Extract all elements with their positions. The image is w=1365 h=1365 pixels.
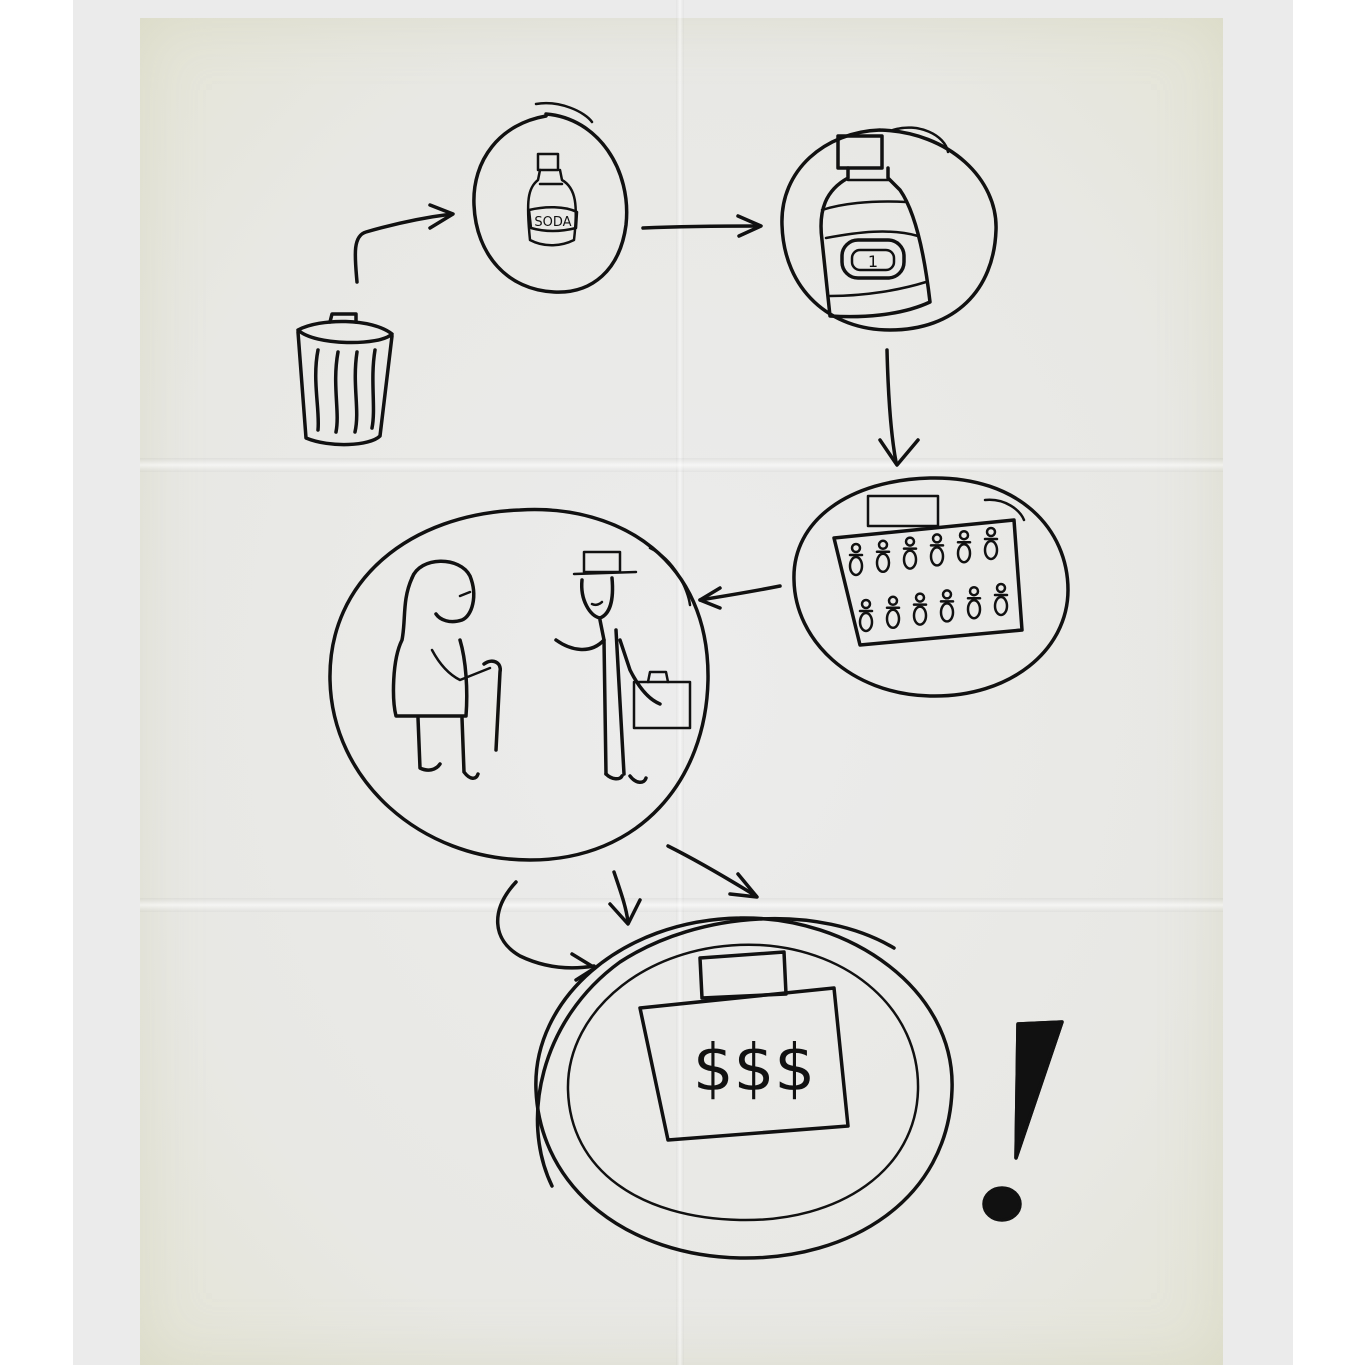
- arrow-trash-to-soda: [353, 203, 455, 284]
- store-bottle-icons: [848, 526, 1009, 633]
- arrow-people-to-money-2: [608, 870, 642, 926]
- branded-bottle-icon: 1: [819, 134, 932, 319]
- arrow-people-to-money-1: [495, 880, 597, 982]
- soda-label: SODA: [534, 215, 571, 230]
- mini-bottle-icon: [848, 542, 864, 577]
- mini-bottle-icon: [956, 529, 972, 564]
- business-idea-sketch: SODA 1 $$$: [296, 101, 1070, 1260]
- arrow-bottle-to-store: [878, 348, 920, 467]
- exclamation-mark-icon: !: [982, 1020, 1064, 1222]
- arrow-soda-to-bottle: [641, 214, 763, 238]
- mini-bottle-icon: [929, 533, 945, 567]
- store-bubble: [792, 476, 1070, 698]
- soda-bottle-icon: SODA: [526, 152, 579, 247]
- mini-bottle-icon: [912, 592, 928, 626]
- branded-bottle-bubble: [780, 126, 998, 332]
- soda-bottle-bubble: [472, 101, 629, 294]
- arrow-store-to-people: [698, 584, 782, 610]
- mini-bottle-icon: [875, 539, 891, 574]
- money-label: $$$: [693, 1032, 815, 1106]
- mini-bottle-icon: [983, 526, 999, 561]
- bottle-label: 1: [868, 252, 878, 271]
- mini-bottle-icon: [902, 536, 918, 570]
- mini-bottle-icon: [858, 598, 874, 633]
- money-bag-icon: $$$: [638, 950, 850, 1142]
- mini-bottle-icon: [885, 595, 901, 630]
- elderly-person-icon: [391, 559, 502, 780]
- arrow-people-to-money-3: [666, 844, 759, 899]
- salesman-person-icon: [554, 550, 692, 784]
- trash-can-icon: [296, 312, 394, 447]
- mini-bottle-icon: [939, 589, 955, 623]
- customers-bubble: [328, 507, 710, 862]
- mini-bottle-icon: [966, 585, 982, 620]
- mini-bottle-icon: [993, 582, 1009, 617]
